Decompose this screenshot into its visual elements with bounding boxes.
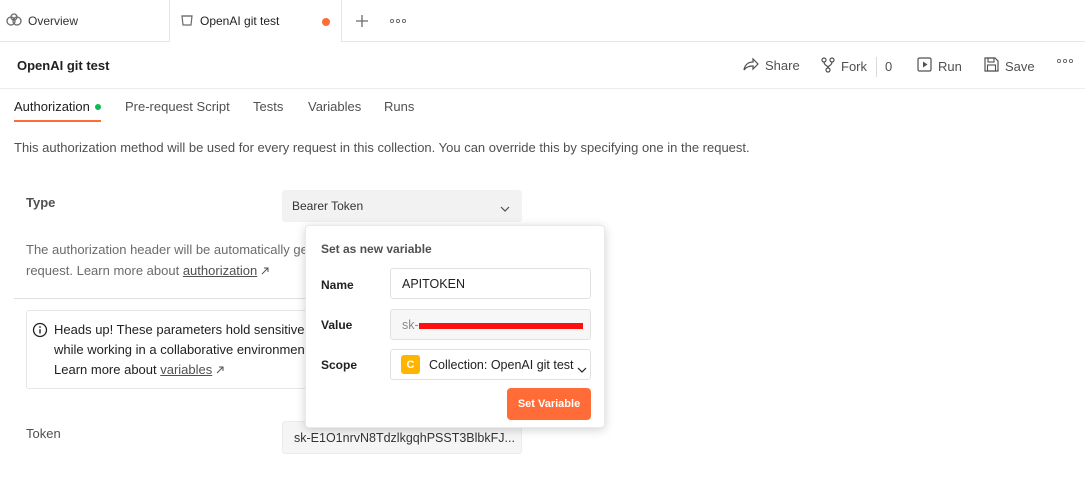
set-variable-popup: Set as new variable Name APITOKEN Value … <box>305 225 605 428</box>
share-icon <box>743 57 765 74</box>
save-button[interactable]: Save <box>984 57 1035 75</box>
more-tabs-icon[interactable] <box>388 11 408 31</box>
collection-badge: C <box>401 355 420 374</box>
tab-variables[interactable]: Variables <box>308 99 361 114</box>
share-button[interactable]: Share <box>743 57 800 74</box>
more-actions-icon[interactable] <box>1057 59 1079 63</box>
value-label: Value <box>321 318 353 332</box>
tab-collection[interactable]: OpenAI git test <box>170 0 342 42</box>
auth-help-line1: The authorization header will be automat… <box>26 242 308 257</box>
variable-value-input[interactable]: sk- <box>390 309 591 340</box>
page-title: OpenAI git test <box>17 58 110 73</box>
authorization-link[interactable]: authorization <box>183 263 257 278</box>
run-button[interactable]: Run <box>917 57 962 75</box>
scope-select[interactable]: C Collection: OpenAI git test <box>390 349 591 380</box>
auth-help-text: The authorization header will be automat… <box>26 239 316 281</box>
tab-tests[interactable]: Tests <box>253 99 283 114</box>
chevron-down-icon <box>500 201 510 215</box>
name-label: Name <box>321 278 354 292</box>
divider <box>876 57 877 77</box>
divider <box>14 298 306 299</box>
token-label: Token <box>26 426 61 441</box>
auth-help-line2: request. Learn more about <box>26 263 183 278</box>
status-dot <box>94 103 101 110</box>
external-link-icon <box>216 362 224 377</box>
type-label: Type <box>26 195 56 210</box>
collection-subtabs: Authorization Pre-request Script Tests V… <box>0 90 1085 124</box>
auth-description: This authorization method will be used f… <box>14 140 750 155</box>
notice-line3: Learn more about <box>54 362 161 377</box>
save-label: Save <box>1005 58 1035 74</box>
set-variable-button[interactable]: Set Variable <box>507 388 591 420</box>
value-prefix: sk- <box>402 317 419 332</box>
tab-overview[interactable]: Overview <box>0 0 170 42</box>
notice-line2: while working in a collaborative environ… <box>54 342 309 357</box>
run-icon <box>917 57 938 75</box>
tab-bar: Overview OpenAI git test <box>0 0 1085 42</box>
tab-authorization[interactable]: Authorization <box>14 99 101 114</box>
notice-line1: Heads up! These parameters hold sensitiv… <box>54 322 316 337</box>
fork-count: 0 <box>885 59 893 74</box>
share-label: Share <box>765 58 800 73</box>
collection-icon <box>180 13 200 30</box>
chevron-down-icon <box>577 362 587 376</box>
new-tab-button[interactable] <box>352 11 372 31</box>
scope-value: Collection: OpenAI git test <box>429 357 574 372</box>
variable-name-input[interactable]: APITOKEN <box>390 268 591 299</box>
active-tab-indicator <box>14 120 101 122</box>
sensitive-data-notice: Heads up! These parameters hold sensitiv… <box>26 310 316 389</box>
unsaved-indicator <box>322 18 330 26</box>
external-link-icon <box>261 263 269 278</box>
fork-icon <box>821 57 841 76</box>
variables-link[interactable]: variables <box>160 362 212 377</box>
popup-title: Set as new variable <box>321 242 432 256</box>
save-icon <box>984 57 1005 75</box>
run-label: Run <box>938 58 962 74</box>
tab-pre-request-script[interactable]: Pre-request Script <box>125 99 230 114</box>
collection-header: OpenAI git test Share Fork 0 Run Save <box>0 43 1085 89</box>
auth-type-value: Bearer Token <box>292 199 364 213</box>
people-icon <box>6 12 28 30</box>
redaction-mark <box>419 323 583 329</box>
fork-label: Fork <box>841 59 867 74</box>
info-icon <box>32 322 48 344</box>
tab-collection-label: OpenAI git test <box>200 14 280 28</box>
tab-overview-label: Overview <box>28 14 79 28</box>
scope-label: Scope <box>321 358 358 372</box>
auth-type-select[interactable]: Bearer Token <box>282 190 522 222</box>
tab-runs[interactable]: Runs <box>384 99 414 114</box>
fork-button[interactable]: Fork <box>821 57 867 76</box>
tab-authorization-label: Authorization <box>14 99 90 114</box>
